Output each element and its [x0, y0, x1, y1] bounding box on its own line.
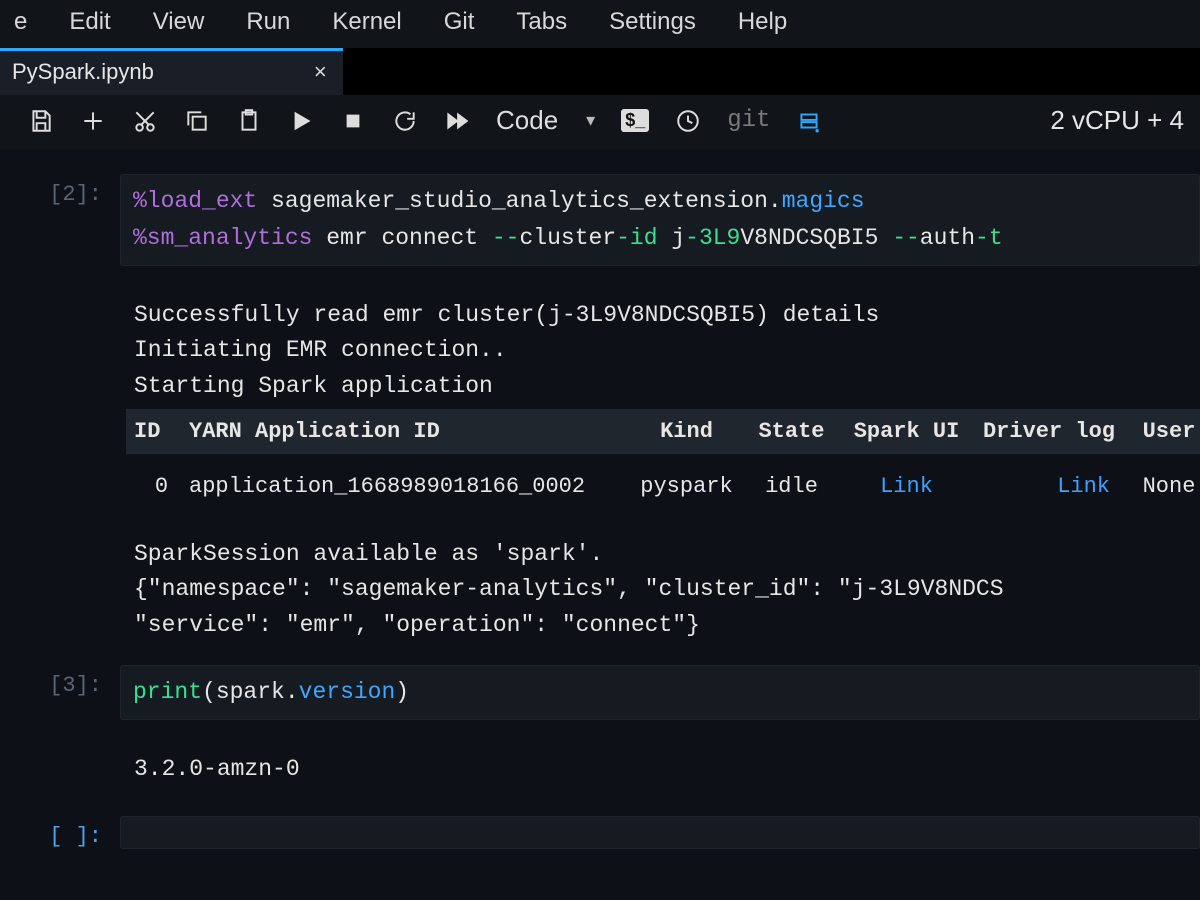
code-token: -- — [892, 225, 920, 251]
col-appid: YARN Application ID — [189, 419, 629, 444]
code-token: j — [671, 225, 685, 251]
cell-state: idle — [744, 474, 839, 499]
code-input[interactable]: %load_ext sagemaker_studio_analytics_ext… — [120, 174, 1200, 266]
code-token: sagemaker_studio_analytics_extension. — [271, 188, 782, 214]
cell-output: SparkSession available as 'spark'. {"nam… — [120, 519, 1200, 648]
spark-ui-link[interactable]: Link — [839, 474, 974, 499]
compute-status[interactable]: 2 vCPU + 4 — [1050, 105, 1184, 136]
table-header-row: ID YARN Application ID Kind State Spark … — [126, 409, 1200, 454]
code-token: magics — [782, 188, 865, 214]
cell-prompt: [ ]: — [0, 816, 120, 849]
terminal-icon[interactable]: $_ — [621, 109, 649, 132]
fast-forward-icon[interactable] — [444, 108, 470, 134]
code-token: -3L9 — [685, 225, 740, 251]
code-token: ) — [395, 679, 409, 705]
cell-user: None — [1124, 474, 1200, 499]
cell-output: Successfully read emr cluster(j-3L9V8NDC… — [120, 286, 1200, 409]
menu-file-partial[interactable]: e — [14, 8, 27, 36]
add-cell-icon[interactable] — [80, 108, 106, 134]
tab-bar: PySpark.ipynb × — [0, 48, 1200, 95]
col-user: User — [1124, 419, 1200, 444]
cell-id: 0 — [134, 474, 189, 499]
notebook-toolbar: Code ▾ $_ git 2 vCPU + 4 — [0, 95, 1200, 150]
code-token: ( — [202, 679, 216, 705]
copy-icon[interactable] — [184, 108, 210, 134]
code-token: . — [285, 679, 299, 705]
col-driverlog: Driver log — [974, 419, 1124, 444]
code-token: emr connect — [326, 225, 492, 251]
code-token: auth — [920, 225, 975, 251]
menu-settings[interactable]: Settings — [609, 8, 696, 36]
paste-icon[interactable] — [236, 108, 262, 134]
cell-type-select[interactable]: Code ▾ — [496, 105, 595, 136]
code-token: version — [299, 679, 396, 705]
code-token: %sm_analytics — [133, 225, 326, 251]
tab-title: PySpark.ipynb — [12, 59, 154, 85]
code-token: cluster — [519, 225, 616, 251]
restart-icon[interactable] — [392, 108, 418, 134]
table-row: 0 application_1668989018166_0002 pyspark… — [126, 454, 1200, 519]
code-token: print — [133, 679, 202, 705]
col-kind: Kind — [629, 419, 744, 444]
menu-help[interactable]: Help — [738, 8, 787, 36]
code-input[interactable]: print(spark.version) — [120, 665, 1200, 720]
cut-icon[interactable] — [132, 108, 158, 134]
cell-prompt: [2]: — [0, 174, 120, 266]
code-token: %load_ext — [133, 188, 271, 214]
code-token: -t — [975, 225, 1003, 251]
close-icon[interactable]: × — [314, 59, 327, 85]
menu-bar: e Edit View Run Kernel Git Tabs Settings… — [0, 0, 1200, 48]
col-state: State — [744, 419, 839, 444]
spark-app-table: ID YARN Application ID Kind State Spark … — [120, 409, 1200, 519]
stop-icon[interactable] — [340, 108, 366, 134]
code-token: V8NDCSQBI5 — [740, 225, 892, 251]
menu-view[interactable]: View — [153, 8, 205, 36]
run-icon[interactable] — [288, 108, 314, 134]
driver-log-link[interactable]: Link — [974, 474, 1124, 499]
code-token: -id — [616, 225, 671, 251]
menu-run[interactable]: Run — [246, 8, 290, 36]
menu-kernel[interactable]: Kernel — [332, 8, 401, 36]
git-label[interactable]: git — [727, 107, 770, 134]
save-icon[interactable] — [28, 108, 54, 134]
menu-edit[interactable]: Edit — [69, 8, 110, 36]
code-cell[interactable]: [ ]: — [0, 792, 1200, 869]
cell-kind: pyspark — [629, 474, 744, 499]
code-input[interactable] — [120, 816, 1200, 849]
code-cell[interactable]: [2]: %load_ext sagemaker_studio_analytic… — [0, 170, 1200, 286]
col-sparkui: Spark UI — [839, 419, 974, 444]
notebook-area: [2]: %load_ext sagemaker_studio_analytic… — [0, 150, 1200, 869]
cell-output: 3.2.0-amzn-0 — [120, 740, 1200, 792]
menu-git[interactable]: Git — [444, 8, 475, 36]
cell-appid: application_1668989018166_0002 — [189, 474, 629, 499]
code-token: spark — [216, 679, 285, 705]
chevron-down-icon: ▾ — [586, 110, 595, 131]
code-token: -- — [492, 225, 520, 251]
tab-active[interactable]: PySpark.ipynb × — [0, 48, 343, 95]
menu-tabs[interactable]: Tabs — [516, 8, 567, 36]
cluster-icon[interactable] — [796, 108, 822, 134]
col-id: ID — [134, 419, 189, 444]
cell-prompt: [3]: — [0, 665, 120, 720]
cell-type-label: Code — [496, 105, 558, 136]
code-cell[interactable]: [3]: print(spark.version) — [0, 647, 1200, 740]
clock-icon[interactable] — [675, 108, 701, 134]
